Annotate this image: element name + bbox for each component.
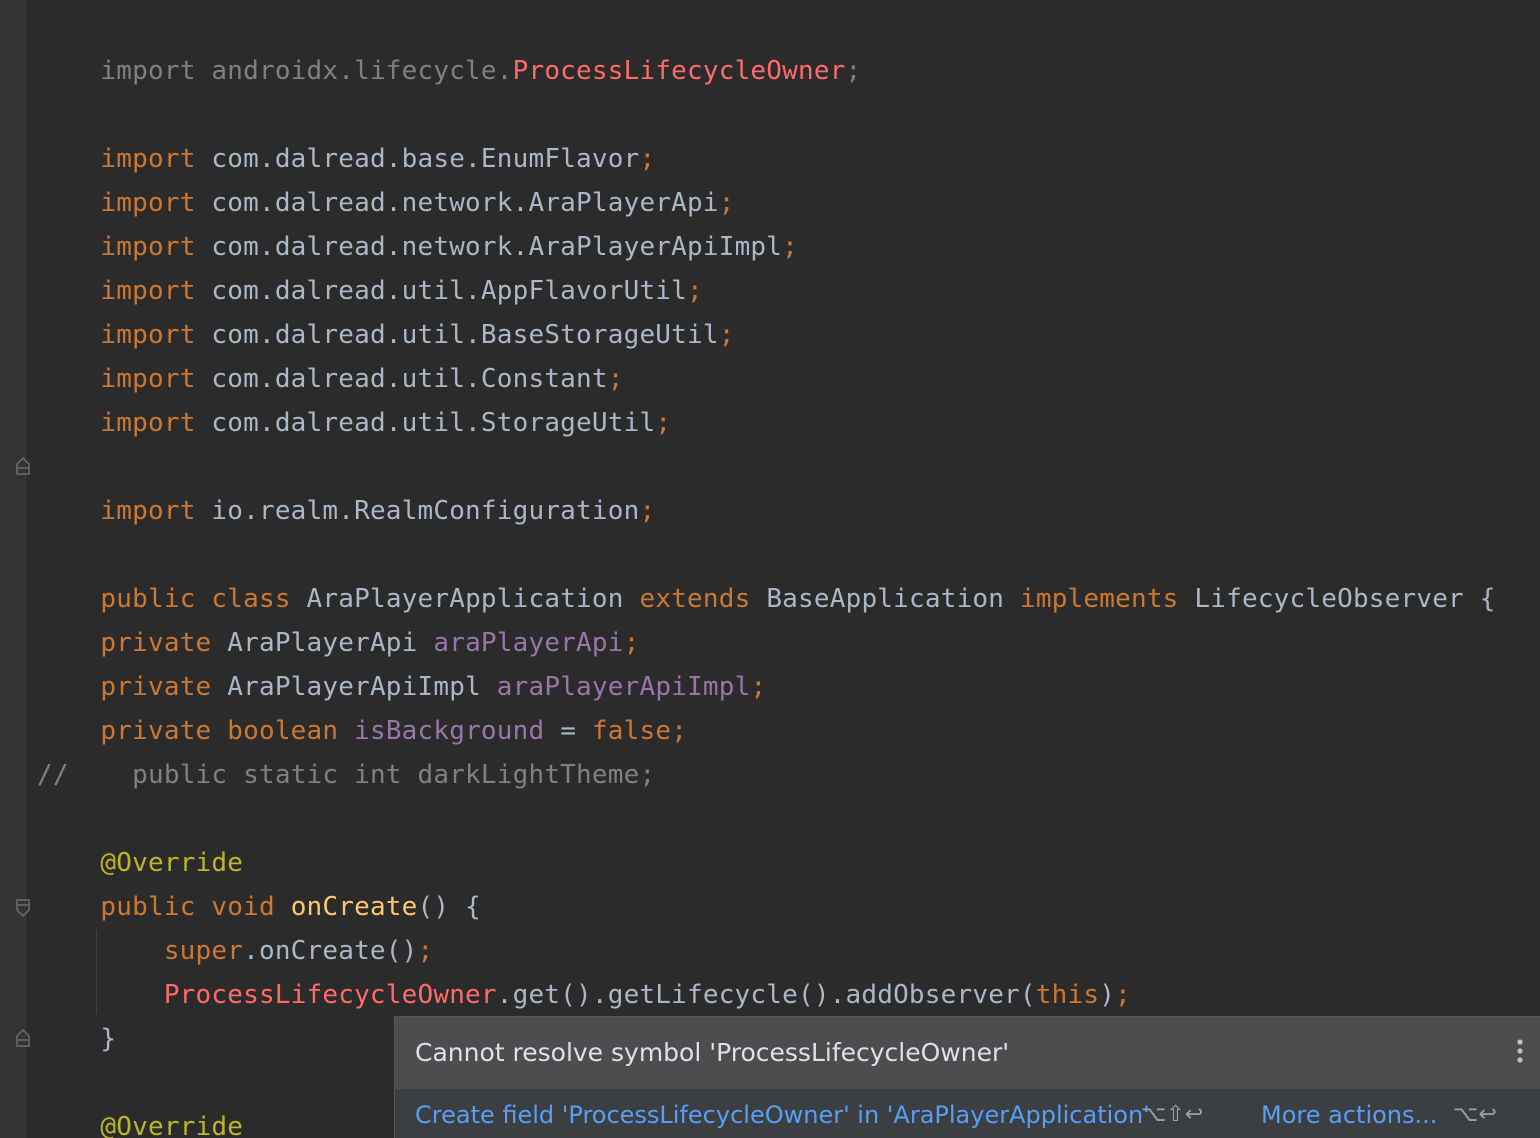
- open-brace: {: [1479, 584, 1496, 614]
- base-class-name: BaseApplication: [766, 584, 1005, 614]
- popup-actions: Create field 'ProcessLifecycleOwner' in …: [395, 1089, 1540, 1138]
- import-path: com.dalread.util.StorageUtil: [211, 408, 656, 438]
- fold-start-icon[interactable]: [15, 898, 31, 918]
- create-field-link[interactable]: Create field 'ProcessLifecycleOwner' in …: [415, 1099, 1150, 1131]
- keyword-import: import: [100, 56, 196, 86]
- field-type: AraPlayerApiImpl: [227, 672, 481, 702]
- editor-gutter[interactable]: [0, 0, 26, 1138]
- code-line-import[interactable]: import com.dalread.network.AraPlayerApiI…: [37, 181, 798, 262]
- keyword-implements: implements: [1020, 584, 1179, 614]
- code-line-import[interactable]: import com.dalread.util.AppFlavorUtil;: [37, 225, 703, 306]
- class-name: AraPlayerApplication: [306, 584, 624, 614]
- semicolon: ;: [655, 408, 672, 438]
- code-line-field[interactable]: private boolean isBackground = false;: [37, 709, 687, 753]
- gutter-separator: [25, 0, 26, 1138]
- code-line-import[interactable]: import com.dalread.util.BaseStorageUtil;: [37, 269, 735, 350]
- code-line-import-lifecycle[interactable]: import androidx.lifecycle.ProcessLifecyc…: [37, 5, 861, 86]
- error-message: Cannot resolve symbol 'ProcessLifecycleO…: [415, 1038, 1010, 1067]
- keyword-import: import: [100, 496, 196, 526]
- popup-header: Cannot resolve symbol 'ProcessLifecycleO…: [395, 1017, 1540, 1089]
- field-name: araPlayerApi: [433, 628, 624, 658]
- fold-end-icon[interactable]: [15, 1028, 31, 1048]
- field-type: boolean: [227, 716, 339, 746]
- field-name: isBackground: [354, 716, 545, 746]
- keyword-public: public: [100, 892, 196, 922]
- error-popup[interactable]: Cannot resolve symbol 'ProcessLifecycleO…: [394, 1016, 1540, 1138]
- code-line-field[interactable]: private AraPlayerApi araPlayerApi;: [37, 621, 639, 665]
- code-line-comment[interactable]: // public static int darkLightTheme;: [37, 753, 655, 797]
- semicolon: ;: [845, 56, 862, 86]
- keyword-this: this: [1035, 980, 1100, 1010]
- fold-end-icon[interactable]: [15, 456, 31, 476]
- code-line-class-declaration[interactable]: public class AraPlayerApplication extend…: [37, 533, 1496, 614]
- interface-name: LifecycleObserver: [1194, 584, 1464, 614]
- method-call: .onCreate(): [243, 936, 418, 966]
- field-type: AraPlayerApi: [227, 628, 418, 658]
- keyword-import: import: [100, 408, 196, 438]
- keyword-class: class: [211, 584, 291, 614]
- annotation-override: @Override: [100, 848, 244, 878]
- method-chain: .get().getLifecycle().addObserver(: [496, 980, 1036, 1010]
- method-params: () {: [417, 892, 481, 922]
- semicolon: ;: [623, 628, 640, 658]
- import-path: io.realm.RealmConfiguration: [211, 496, 640, 526]
- code-line-method-declaration[interactable]: public void onCreate() {: [37, 885, 481, 929]
- vertical-ellipsis-icon[interactable]: [1514, 1037, 1526, 1067]
- quick-fix-shortcut: ⌥⇧↩: [1141, 1102, 1204, 1127]
- code-editor[interactable]: import androidx.lifecycle.ProcessLifecyc…: [0, 0, 1540, 1138]
- unresolved-symbol[interactable]: ProcessLifecycleOwner: [513, 56, 846, 86]
- code-line-close-brace[interactable]: }: [37, 1017, 116, 1061]
- code-line-import[interactable]: import io.realm.RealmConfiguration;: [37, 445, 655, 526]
- keyword-void: void: [211, 892, 275, 922]
- keyword-extends: extends: [639, 584, 751, 614]
- literal-false: false: [591, 716, 672, 746]
- annotation-override: @Override: [100, 1112, 244, 1138]
- keyword-public: public: [100, 584, 196, 614]
- keyword-private: private: [100, 716, 212, 746]
- keyword-private: private: [100, 672, 212, 702]
- code-line-import[interactable]: import com.dalread.base.EnumFlavor;: [37, 93, 655, 174]
- semicolon: ;: [750, 672, 767, 702]
- close-paren: ): [1099, 980, 1116, 1010]
- keyword-super: super: [163, 936, 244, 966]
- semicolon: ;: [782, 232, 798, 262]
- code-line-annotation[interactable]: @Override: [37, 841, 243, 885]
- field-name: araPlayerApiImpl: [496, 672, 751, 702]
- more-actions-shortcut: ⌥↩: [1453, 1102, 1497, 1127]
- semicolon: ;: [671, 716, 688, 746]
- code-line-super-call[interactable]: super.onCreate();: [37, 929, 433, 973]
- code-line-lifecycle-call[interactable]: ProcessLifecycleOwner.get().getLifecycle…: [37, 973, 1131, 1017]
- keyword-private: private: [100, 628, 212, 658]
- code-line-import[interactable]: import com.dalread.network.AraPlayerApi;: [37, 137, 735, 218]
- semicolon: ;: [417, 936, 434, 966]
- semicolon: ;: [1115, 980, 1131, 1010]
- close-brace: }: [100, 1024, 117, 1054]
- method-name: onCreate: [290, 892, 418, 922]
- semicolon: ;: [639, 496, 656, 526]
- comment-text: public static int darkLightTheme;: [132, 760, 656, 790]
- assign-operator: =: [560, 716, 577, 746]
- code-line-field[interactable]: private AraPlayerApiImpl araPlayerApiImp…: [37, 665, 766, 709]
- package-name: androidx.lifecycle.: [211, 56, 513, 86]
- comment-slashes: //: [37, 760, 69, 790]
- code-line-annotation[interactable]: @Override: [37, 1105, 243, 1138]
- more-actions-link[interactable]: More actions...: [1261, 1099, 1437, 1131]
- code-line-import[interactable]: import com.dalread.util.Constant;: [37, 313, 624, 394]
- semicolon: ;: [718, 320, 735, 350]
- unresolved-symbol[interactable]: ProcessLifecycleOwner: [164, 980, 497, 1010]
- code-line-import[interactable]: import com.dalread.util.StorageUtil;: [37, 357, 671, 438]
